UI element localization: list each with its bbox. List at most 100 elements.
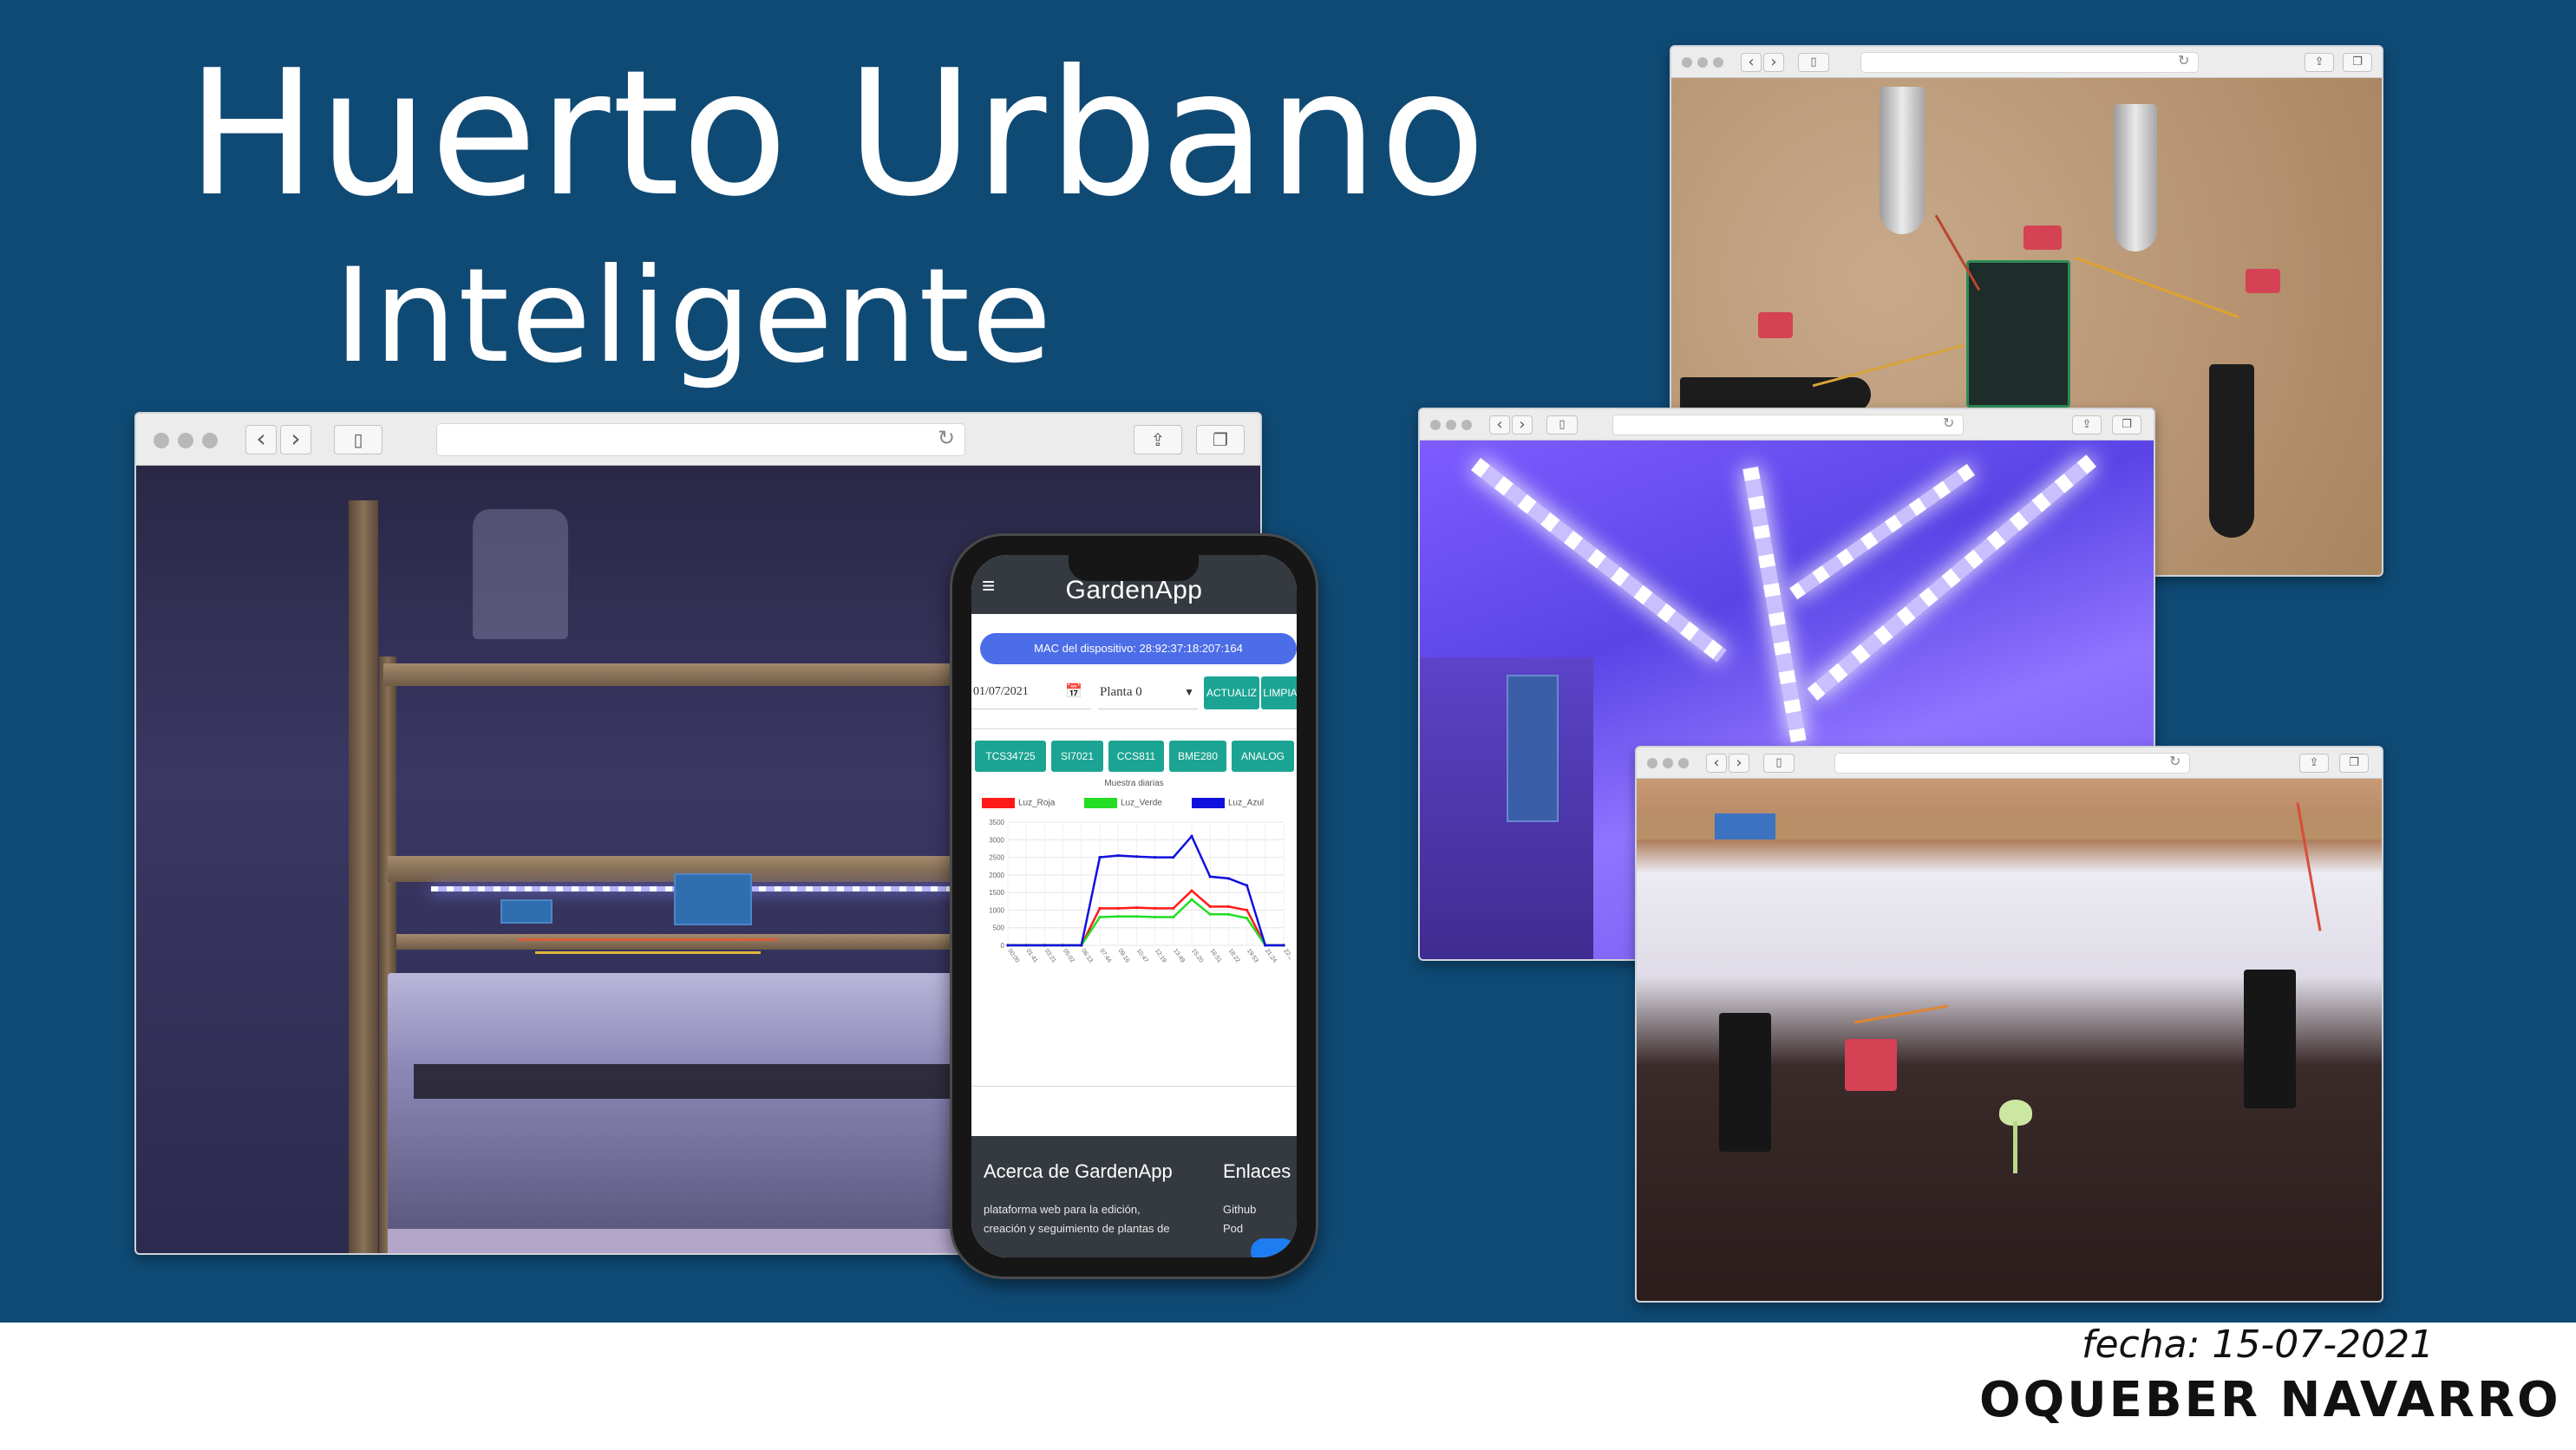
clear-button[interactable]: LIMPIA xyxy=(1261,676,1297,709)
date-input[interactable]: 01/07/2021 📅 xyxy=(971,675,1091,709)
forward-button[interactable]: › xyxy=(1729,754,1749,773)
data-point xyxy=(1006,944,1010,947)
window-close-dot[interactable] xyxy=(1647,758,1657,768)
tab-bme280[interactable]: BME280 xyxy=(1169,741,1226,772)
reload-icon[interactable]: ↻ xyxy=(2178,52,2189,69)
calendar-icon[interactable]: 📅 xyxy=(1065,675,1082,709)
x-tick-label: 05:02 xyxy=(1062,948,1076,963)
slide-title-line2: Inteligente xyxy=(334,241,1054,392)
data-point xyxy=(1246,908,1249,912)
scroll-top-button[interactable] xyxy=(1251,1238,1296,1257)
share-button[interactable]: ⇪ xyxy=(2305,53,2334,72)
plant-select[interactable]: Planta 0 ▼ xyxy=(1098,675,1198,709)
back-button[interactable]: ‹ xyxy=(1489,415,1510,434)
address-bar[interactable] xyxy=(1834,753,2190,774)
app-footer: Acerca de GardenApp Enlaces plataforma w… xyxy=(971,1136,1297,1257)
window-zoom-dot[interactable] xyxy=(1678,758,1689,768)
tabs-icon: ❐ xyxy=(2352,56,2363,69)
chevron-right-icon: › xyxy=(1770,53,1777,71)
window-minimize-dot[interactable] xyxy=(1663,758,1673,768)
update-button[interactable]: ACTUALIZ xyxy=(1204,676,1259,709)
window-minimize-dot[interactable] xyxy=(1446,420,1456,430)
smartphone: ≡ GardenApp MAC del dispositivo: 28:92:3… xyxy=(950,533,1318,1279)
reload-icon[interactable]: ↻ xyxy=(2169,753,2180,769)
forward-button[interactable]: › xyxy=(1512,415,1533,434)
chevron-left-icon: ‹ xyxy=(1496,415,1503,434)
y-tick-label: 2500 xyxy=(989,854,1004,862)
forward-button[interactable]: › xyxy=(280,425,311,454)
window-minimize-dot[interactable] xyxy=(1697,57,1708,68)
window-minimize-dot[interactable] xyxy=(178,433,193,448)
mac-address-badge: MAC del dispositivo: 28:92:37:18:207:164 xyxy=(980,633,1297,664)
tabs-button[interactable]: ❐ xyxy=(2339,754,2369,773)
window-close-dot[interactable] xyxy=(1430,420,1441,430)
legend-item-blue: Luz_Azul xyxy=(1192,798,1264,808)
chevron-left-icon: ‹ xyxy=(1713,754,1720,772)
sidebar-button[interactable]: ▯ xyxy=(1798,53,1829,72)
x-tick-label: 06:13 xyxy=(1080,948,1094,963)
phone-notch xyxy=(1069,555,1199,581)
tabs-button[interactable]: ❐ xyxy=(2112,415,2141,434)
data-point xyxy=(1134,915,1138,918)
footer-link-pod[interactable]: Pod xyxy=(1223,1219,1243,1238)
x-tick-label: 21:24 xyxy=(1264,948,1278,963)
phone-screen: ≡ GardenApp MAC del dispositivo: 28:92:3… xyxy=(971,555,1297,1257)
share-button[interactable]: ⇪ xyxy=(1134,425,1182,454)
window-zoom-dot[interactable] xyxy=(1461,420,1472,430)
back-button[interactable]: ‹ xyxy=(1706,754,1727,773)
date-label: fecha: 15-07-2021 xyxy=(2082,1323,2435,1367)
chevron-left-icon: ‹ xyxy=(1748,53,1755,71)
tab-ccs811[interactable]: CCS811 xyxy=(1108,741,1164,772)
data-point xyxy=(1116,853,1120,858)
legend-swatch xyxy=(1084,798,1117,808)
forward-button[interactable]: › xyxy=(1763,53,1784,72)
reload-icon[interactable]: ↻ xyxy=(1943,415,1954,431)
x-tick-label: 10:47 xyxy=(1135,948,1149,963)
tab-tcs34725[interactable]: TCS34725 xyxy=(975,741,1046,772)
tabs-icon: ❐ xyxy=(1213,429,1228,450)
footer-about-title: Acerca de GardenApp xyxy=(984,1160,1173,1182)
x-tick-label: 15:20 xyxy=(1190,948,1204,963)
footer-link-github[interactable]: Github xyxy=(1223,1200,1256,1219)
window-zoom-dot[interactable] xyxy=(202,433,218,448)
data-point xyxy=(1154,855,1157,859)
window-zoom-dot[interactable] xyxy=(1713,57,1723,68)
tabs-icon: ❐ xyxy=(2349,756,2359,769)
x-tick-label: 22:55 xyxy=(1282,948,1291,963)
chevron-right-icon: › xyxy=(1519,415,1526,434)
data-point xyxy=(1116,906,1120,910)
tab-analog[interactable]: ANALOG xyxy=(1232,741,1294,772)
plant-select-value: Planta 0 xyxy=(1100,685,1142,699)
x-tick-label: 07:44 xyxy=(1098,948,1112,963)
address-bar[interactable] xyxy=(1612,415,1964,435)
back-button[interactable]: ‹ xyxy=(1741,53,1762,72)
address-bar[interactable] xyxy=(436,423,965,456)
share-button[interactable]: ⇪ xyxy=(2299,754,2329,773)
browser-toolbar: ‹ › ▯ ↻ ⇪ ❐ xyxy=(1420,409,2154,441)
data-point xyxy=(1226,905,1230,908)
data-point xyxy=(1043,944,1046,947)
legend-swatch xyxy=(982,798,1015,808)
tabs-button[interactable]: ❐ xyxy=(2343,53,2372,72)
x-tick-label: 19:53 xyxy=(1246,948,1259,963)
sidebar-button[interactable]: ▯ xyxy=(334,425,382,454)
share-button[interactable]: ⇪ xyxy=(2072,415,2102,434)
data-point xyxy=(1098,855,1102,859)
window-close-dot[interactable] xyxy=(154,433,169,448)
footer-about-text: creación y seguimiento de plantas de xyxy=(984,1222,1170,1235)
back-button[interactable]: ‹ xyxy=(245,425,277,454)
tab-si7021[interactable]: SI7021 xyxy=(1051,741,1103,772)
address-bar[interactable] xyxy=(1860,52,2199,73)
window-close-dot[interactable] xyxy=(1682,57,1692,68)
sidebar-button[interactable]: ▯ xyxy=(1763,754,1795,773)
data-point xyxy=(1208,875,1212,878)
data-point xyxy=(1062,944,1065,947)
x-tick-label: 09:16 xyxy=(1117,948,1131,963)
tabs-button[interactable]: ❐ xyxy=(1196,425,1245,454)
y-tick-label: 0 xyxy=(1001,942,1005,950)
x-tick-label: 16:51 xyxy=(1209,948,1223,963)
reload-icon[interactable]: ↻ xyxy=(938,426,955,450)
share-icon: ⇪ xyxy=(2309,756,2319,769)
sidebar-button[interactable]: ▯ xyxy=(1546,415,1578,434)
legend-item-green: Luz_Verde xyxy=(1084,798,1162,808)
